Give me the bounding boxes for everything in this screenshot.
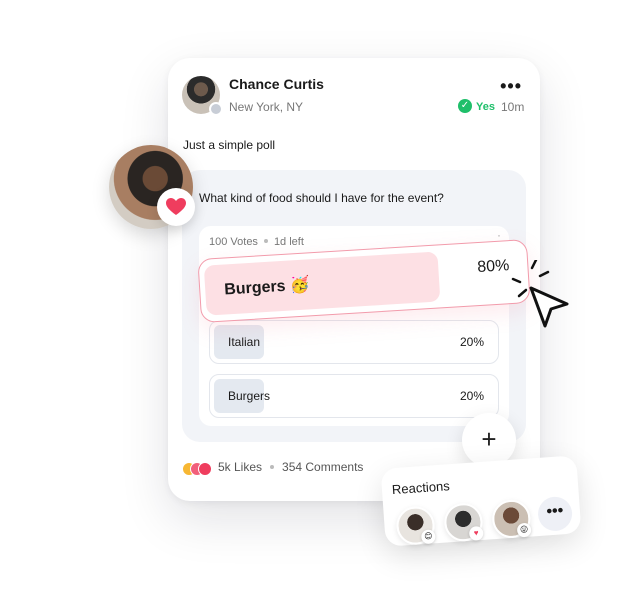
user-location: New York, NY [229,100,304,114]
emoji-icon: 😊 [420,529,436,545]
poll-votes: 100 Votes [209,236,258,248]
add-button[interactable]: + [462,413,516,467]
post-stats: 5k Likes 354 Comments [182,460,363,476]
heart-icon: ♥ [468,525,484,541]
comments-count[interactable]: 354 Comments [282,460,363,474]
poll-question: What kind of food should I have for the … [199,191,444,205]
more-options-icon[interactable]: ••• [500,76,522,97]
reactions-card: Reactions 😊 ♥ 😛 ••• [380,455,582,547]
heart-icon [166,198,186,215]
post-time: 10m [501,100,525,114]
emoji-icon: 😛 [516,522,532,538]
user-name[interactable]: Chance Curtis [229,76,324,92]
reactions-title: Reactions [391,478,451,498]
poll-option-label: Italian [228,335,261,349]
status-label: Yes [476,101,495,113]
poll-option-label: Burgers [228,389,271,403]
poll-meta: 100 Votes 1d left [209,236,304,248]
check-icon: ✓ [458,99,472,113]
poll-time-left: 1d left [273,236,304,248]
poll-option-italian[interactable]: Italian 20% [209,320,499,364]
more-reactions-button[interactable]: ••• [536,495,574,533]
poll-option-percent: 20% [459,335,484,349]
likes-count[interactable]: 5k Likes [218,460,262,474]
reaction-emoji-icons [182,461,212,476]
cursor-icon [529,286,569,328]
heart-badge [157,188,195,226]
post-text: Just a simple poll [183,138,276,152]
poll-option-percent: 20% [459,389,484,403]
status-dot [209,102,223,116]
poll-option-burgers[interactable]: Burgers 20% [209,374,499,418]
